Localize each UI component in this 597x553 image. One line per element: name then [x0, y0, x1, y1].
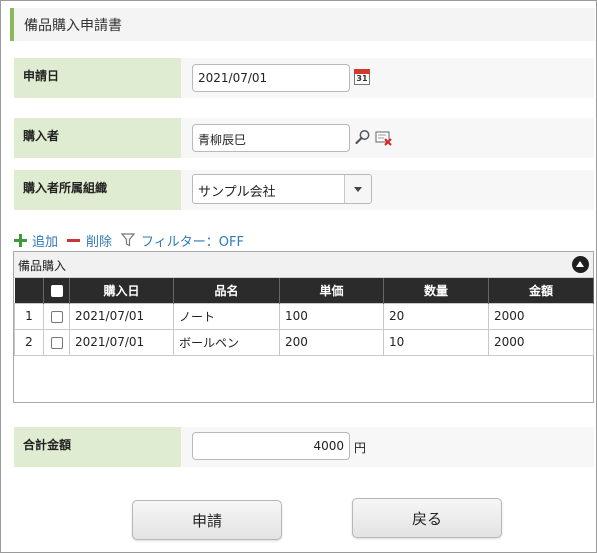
cell-item[interactable]: ボールペン	[173, 328, 280, 356]
filter-icon	[121, 233, 136, 247]
cell-price[interactable]: 200	[279, 328, 384, 356]
grid-caption: 備品購入	[14, 252, 593, 278]
column-header-row-number	[14, 278, 44, 303]
column-header-select[interactable]	[43, 278, 70, 303]
window-frame: 備品購入申請書 申請日 2021/07/01 31 購入者 青柳辰巳 購入者所属…	[0, 0, 597, 553]
application-date-label: 申請日	[14, 58, 181, 98]
add-row-label: 追加	[32, 234, 59, 250]
grid-toolbar: 追加 削除 フィルター：OFF	[14, 231, 253, 250]
search-icon[interactable]	[355, 129, 371, 145]
cell-qty[interactable]: 10	[383, 328, 489, 356]
table-header-row: 購入日 品名 単価 数量 金額	[14, 278, 594, 303]
clear-user-icon[interactable]	[375, 130, 393, 146]
cell-item[interactable]: ノート	[173, 302, 280, 330]
column-header-qty[interactable]: 数量	[383, 278, 489, 303]
row-number: 2	[14, 328, 44, 356]
column-header-price[interactable]: 単価	[279, 278, 384, 303]
form-title: 備品購入申請書	[10, 8, 595, 41]
filter-label: フィルター：OFF	[141, 234, 244, 250]
total-amount-input[interactable]: 4000	[192, 432, 350, 460]
table-row[interactable]: 1 2021/07/01 ノート 100 20 2000	[14, 302, 594, 330]
calendar-icon[interactable]: 31	[354, 69, 370, 85]
collapse-icon[interactable]	[572, 256, 589, 273]
cell-amount[interactable]: 2000	[488, 302, 594, 330]
column-header-item[interactable]: 品名	[173, 278, 280, 303]
column-header-amount[interactable]: 金額	[488, 278, 594, 303]
filter-toggle-button[interactable]: フィルター：OFF	[121, 231, 244, 250]
purchaser-org-select[interactable]: サンプル会社	[192, 174, 372, 204]
row-select-cell	[43, 328, 70, 356]
cell-price[interactable]: 100	[279, 302, 384, 330]
row-select-cell	[43, 302, 70, 330]
purchase-table: 購入日 品名 単価 数量 金額 1 2021/07/01 ノート 100 20 …	[14, 278, 594, 356]
column-header-date[interactable]: 購入日	[69, 278, 174, 303]
purchase-grid: 備品購入 購入日 品名 単価 数量 金額 1 2021/07/01 ノート 10…	[13, 251, 594, 403]
delete-row-button[interactable]: 削除	[67, 231, 112, 250]
submit-button[interactable]: 申請	[132, 500, 282, 540]
row-checkbox[interactable]	[50, 336, 63, 349]
purchaser-org-value: サンプル会社	[198, 185, 276, 200]
total-label: 合計金額	[14, 427, 181, 467]
currency-unit: 円	[354, 441, 367, 455]
cell-date[interactable]: 2021/07/01	[69, 328, 174, 356]
form-title-text: 備品購入申請書	[24, 17, 122, 34]
cell-date[interactable]: 2021/07/01	[69, 302, 174, 330]
plus-icon	[14, 233, 27, 247]
cell-qty[interactable]: 20	[383, 302, 489, 330]
purchaser-org-label: 購入者所属組織	[14, 170, 181, 210]
grid-caption-text: 備品購入	[18, 259, 67, 273]
table-row[interactable]: 2 2021/07/01 ボールペン 200 10 2000	[14, 328, 594, 356]
purchaser-input[interactable]: 青柳辰巳	[192, 124, 350, 152]
row-checkbox[interactable]	[50, 310, 63, 323]
add-row-button[interactable]: 追加	[14, 231, 58, 250]
calendar-day-text: 31	[354, 74, 370, 85]
select-all-checkbox[interactable]	[50, 284, 63, 297]
chevron-down-icon[interactable]	[344, 175, 371, 203]
application-date-input[interactable]: 2021/07/01	[192, 64, 350, 92]
delete-row-label: 削除	[86, 234, 113, 250]
cell-amount[interactable]: 2000	[488, 328, 594, 356]
purchaser-label: 購入者	[14, 118, 181, 158]
back-button[interactable]: 戻る	[352, 498, 502, 538]
minus-icon	[67, 238, 81, 242]
row-number: 1	[14, 302, 44, 330]
